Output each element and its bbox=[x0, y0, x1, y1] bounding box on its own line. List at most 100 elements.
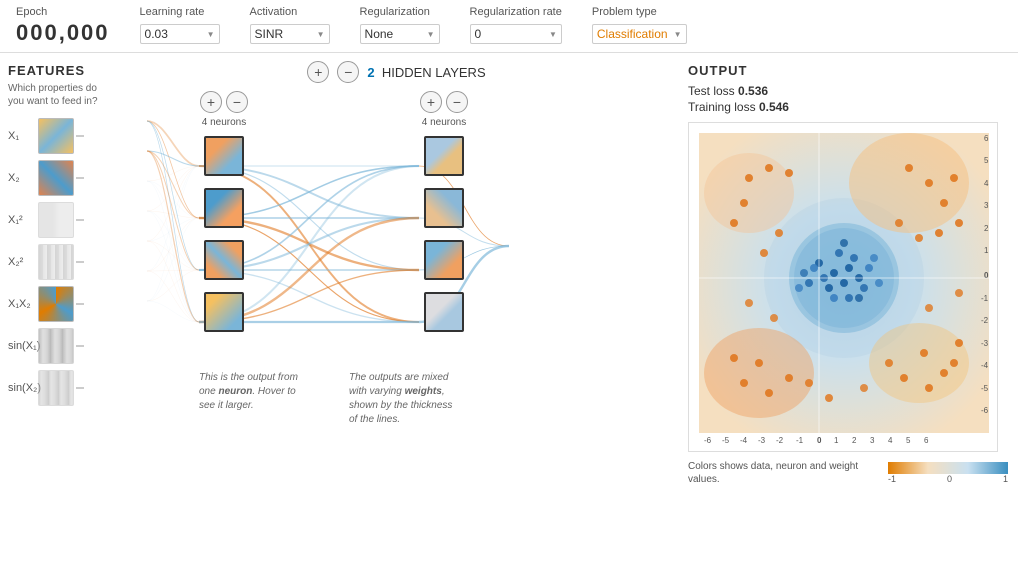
epoch-label: Epoch bbox=[16, 6, 110, 18]
feature-item-5[interactable]: sin(X₁) bbox=[8, 328, 107, 364]
features-panel: FEATURES Which properties do you want to… bbox=[0, 53, 115, 571]
feature-label-4: X₁X₂ bbox=[8, 298, 38, 310]
reg-rate-select[interactable]: 0 ▼ bbox=[470, 24, 562, 44]
learning-rate-select[interactable]: 0.03 ▼ bbox=[140, 24, 220, 44]
activation-field: Activation SINR ▼ bbox=[250, 6, 330, 44]
annotation-neuron-output: This is the output from one neuron. Hove… bbox=[199, 371, 309, 413]
reg-rate-label: Regularization rate bbox=[470, 6, 562, 18]
feature-connector-2 bbox=[76, 219, 84, 221]
annotation-weights: The outputs are mixed with varying weigh… bbox=[349, 371, 459, 427]
svg-text:-1: -1 bbox=[981, 294, 989, 303]
svg-text:-5: -5 bbox=[981, 384, 989, 393]
svg-text:-3: -3 bbox=[758, 436, 766, 445]
svg-text:3: 3 bbox=[870, 436, 875, 445]
svg-text:2: 2 bbox=[852, 436, 857, 445]
svg-text:-6: -6 bbox=[704, 436, 712, 445]
feature-node-1[interactable] bbox=[38, 160, 74, 196]
chevron-down-icon: ▼ bbox=[674, 30, 682, 39]
add-neuron-layer2-button[interactable]: + bbox=[420, 91, 442, 113]
feature-item-4[interactable]: X₁X₂ bbox=[8, 286, 107, 322]
chevron-down-icon: ▼ bbox=[549, 30, 557, 39]
feature-node-0[interactable] bbox=[38, 118, 74, 154]
features-subtitle: Which properties do you want to feed in? bbox=[8, 82, 107, 108]
feature-label-3: X₂² bbox=[8, 256, 38, 268]
remove-neuron-layer2-button[interactable]: − bbox=[446, 91, 468, 113]
svg-text:-1: -1 bbox=[796, 436, 804, 445]
epoch-field: Epoch 000,000 bbox=[16, 6, 110, 46]
feature-connector-0 bbox=[76, 135, 84, 137]
reg-rate-field: Regularization rate 0 ▼ bbox=[470, 6, 562, 44]
feature-label-6: sin(X₂) bbox=[8, 382, 38, 394]
colorbar-container: -1 0 1 bbox=[888, 462, 1008, 484]
svg-text:4: 4 bbox=[888, 436, 893, 445]
svg-text:6: 6 bbox=[984, 134, 989, 143]
neuron-1-4[interactable] bbox=[204, 292, 244, 332]
neuron-2-3[interactable] bbox=[424, 240, 464, 280]
svg-text:1: 1 bbox=[984, 246, 989, 255]
activation-select[interactable]: SINR ▼ bbox=[250, 24, 330, 44]
feature-node-2[interactable] bbox=[38, 202, 74, 238]
neuron-1-2[interactable] bbox=[204, 188, 244, 228]
problem-type-select[interactable]: Classification ▼ bbox=[592, 24, 687, 44]
svg-text:0: 0 bbox=[817, 436, 822, 445]
neuron-1-1[interactable] bbox=[204, 136, 244, 176]
feature-label-1: X₂ bbox=[8, 172, 38, 184]
neuron-2-2[interactable] bbox=[424, 188, 464, 228]
network-header: + − 2 HIDDEN LAYERS bbox=[119, 61, 674, 83]
test-loss-text: Test loss 0.536 bbox=[688, 84, 1008, 98]
add-neuron-layer1-button[interactable]: + bbox=[200, 91, 222, 113]
feature-item-3[interactable]: X₂² bbox=[8, 244, 107, 280]
layer1-controls: + − bbox=[200, 91, 248, 113]
activation-label: Activation bbox=[250, 6, 330, 18]
svg-text:4: 4 bbox=[984, 179, 989, 188]
colorbar-label: Colors shows data, neuron and weight val… bbox=[688, 460, 880, 486]
feature-item-2[interactable]: X₁² bbox=[8, 202, 107, 238]
problem-type-label: Problem type bbox=[592, 6, 687, 18]
chevron-down-icon: ▼ bbox=[207, 30, 215, 39]
regularization-label: Regularization bbox=[360, 6, 440, 18]
training-loss-value: 0.546 bbox=[759, 100, 789, 114]
feature-connector-6 bbox=[76, 387, 84, 389]
layer1-neuron-count: 4 neurons bbox=[202, 117, 246, 128]
svg-text:2: 2 bbox=[984, 224, 989, 233]
colorbar-section: Colors shows data, neuron and weight val… bbox=[688, 460, 1008, 486]
svg-text:-5: -5 bbox=[722, 436, 730, 445]
remove-layer-button[interactable]: − bbox=[337, 61, 359, 83]
neuron-1-3[interactable] bbox=[204, 240, 244, 280]
feature-item-6[interactable]: sin(X₂) bbox=[8, 370, 107, 406]
layer1-column: + − 4 neurons bbox=[179, 91, 269, 344]
main-area: FEATURES Which properties do you want to… bbox=[0, 53, 1018, 571]
svg-text:-2: -2 bbox=[981, 316, 989, 325]
regularization-select[interactable]: None ▼ bbox=[360, 24, 440, 44]
feature-connector-4 bbox=[76, 303, 84, 305]
feature-list: X₁ X₂ X₁² X₂² X₁X₂ sin(X₁) sin(X₂) bbox=[8, 118, 107, 406]
svg-text:-3: -3 bbox=[981, 339, 989, 348]
layer2-column: + − 4 neurons bbox=[399, 91, 489, 344]
neuron-2-1[interactable] bbox=[424, 136, 464, 176]
feature-connector-5 bbox=[76, 345, 84, 347]
feature-label-0: X₁ bbox=[8, 130, 38, 142]
remove-neuron-layer1-button[interactable]: − bbox=[226, 91, 248, 113]
chevron-down-icon: ▼ bbox=[427, 30, 435, 39]
feature-item-0[interactable]: X₁ bbox=[8, 118, 107, 154]
colorbar-ticks: -1 0 1 bbox=[888, 474, 1008, 484]
svg-text:5: 5 bbox=[984, 156, 989, 165]
svg-text:-4: -4 bbox=[981, 361, 989, 370]
svg-text:0: 0 bbox=[984, 271, 989, 280]
output-title: OUTPUT bbox=[688, 63, 1008, 78]
feature-item-1[interactable]: X₂ bbox=[8, 160, 107, 196]
svg-text:3: 3 bbox=[984, 201, 989, 210]
network-area: + − 2 HIDDEN LAYERS + − 4 neurons bbox=[115, 53, 678, 571]
chevron-down-icon: ▼ bbox=[317, 30, 325, 39]
svg-text:6: 6 bbox=[924, 436, 929, 445]
output-panel: OUTPUT Test loss 0.536 Training loss 0.5… bbox=[678, 53, 1018, 571]
test-loss-value: 0.536 bbox=[738, 84, 768, 98]
epoch-value: 000,000 bbox=[16, 20, 110, 46]
add-layer-button[interactable]: + bbox=[307, 61, 329, 83]
feature-node-3[interactable] bbox=[38, 244, 74, 280]
colorbar bbox=[888, 462, 1008, 474]
feature-node-5[interactable] bbox=[38, 328, 74, 364]
neuron-2-4[interactable] bbox=[424, 292, 464, 332]
feature-node-4[interactable] bbox=[38, 286, 74, 322]
feature-node-6[interactable] bbox=[38, 370, 74, 406]
